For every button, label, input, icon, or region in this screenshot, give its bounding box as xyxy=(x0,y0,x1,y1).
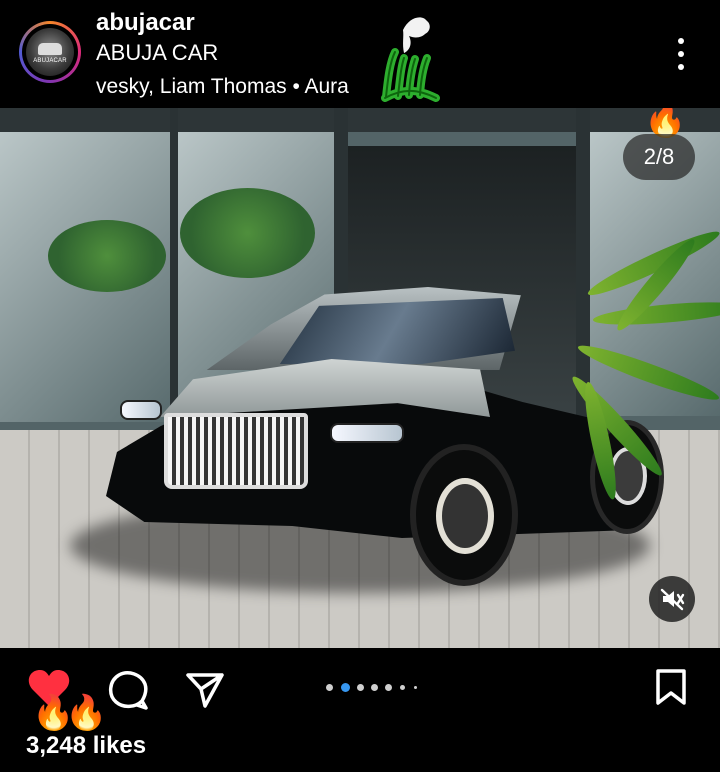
carousel-pagination xyxy=(324,681,424,695)
comment-icon[interactable] xyxy=(106,668,150,712)
left-headlight xyxy=(120,400,162,420)
building-roof xyxy=(0,108,720,132)
dove-icon xyxy=(403,17,430,53)
right-headlight xyxy=(330,423,404,443)
more-dot xyxy=(678,51,684,57)
palm-leaf xyxy=(592,297,720,329)
fire-reaction: 🔥 xyxy=(65,694,108,732)
audio-track[interactable]: vesky, Liam Thomas • Aura xyxy=(96,75,349,99)
likes-count[interactable]: 3,248 likes xyxy=(26,732,146,760)
carousel-dot xyxy=(414,686,417,689)
post-header: ABUJACAR abujacar ABUJA CAR vesky, Liam … xyxy=(0,0,720,108)
front-right-wheel xyxy=(410,444,518,586)
reflected-tree xyxy=(180,188,315,278)
account-subtitle: ABUJA CAR xyxy=(96,40,219,65)
carousel-dot xyxy=(385,684,392,691)
arabic-calligraphy-badge-icon xyxy=(381,17,440,102)
profile-avatar[interactable]: ABUJACAR xyxy=(19,21,81,83)
avatar-text: ABUJACAR xyxy=(33,58,67,64)
carousel-dot xyxy=(400,685,405,690)
avatar-image: ABUJACAR xyxy=(22,24,78,80)
building-column xyxy=(170,108,178,438)
post-image[interactable]: 🔥 2/8 xyxy=(0,108,720,648)
more-dot xyxy=(678,64,684,70)
carousel-dot xyxy=(371,684,378,691)
mute-button[interactable] xyxy=(649,576,695,622)
username[interactable]: abujacar xyxy=(96,9,195,37)
mute-icon xyxy=(660,588,685,611)
post-actions: 🔥 🔥 3,248 likes xyxy=(0,648,720,772)
car-grille xyxy=(164,413,308,489)
more-options-button[interactable] xyxy=(676,38,686,70)
carousel-dot-active xyxy=(341,683,350,692)
save-icon[interactable] xyxy=(654,668,688,706)
palm-leaves xyxy=(548,203,720,553)
carousel-dot xyxy=(326,684,333,691)
share-icon[interactable] xyxy=(184,668,226,710)
reflected-tree xyxy=(48,220,166,292)
more-dot xyxy=(678,38,684,44)
media-counter: 2/8 xyxy=(623,134,695,180)
carousel-dot xyxy=(357,684,364,691)
palm-leaf xyxy=(566,370,669,482)
avatar-logo: ABUJACAR xyxy=(26,28,74,76)
avatar-car-icon xyxy=(38,43,62,55)
